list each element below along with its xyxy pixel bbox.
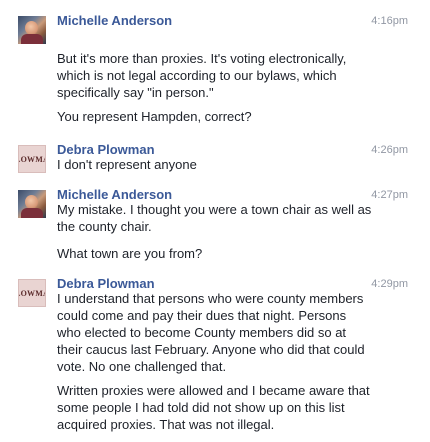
avatar[interactable] — [18, 190, 46, 218]
message-text: I understand that persons who were count… — [57, 291, 365, 374]
message-text: My mistake. I thought you were a town ch… — [57, 202, 372, 234]
avatar-logo-text: LOWMA — [19, 288, 45, 298]
message-text: What town are you from? — [57, 246, 203, 261]
avatar[interactable]: LOWMA — [18, 145, 46, 173]
message-text: But it's more than proxies. It's voting … — [57, 51, 347, 100]
message-timestamp: 4:27pm — [371, 189, 408, 201]
message-text: You represent Hampden, correct? — [57, 109, 252, 124]
message-text: Written proxies were allowed and I becam… — [57, 383, 370, 432]
message-timestamp: 4:16pm — [371, 15, 408, 27]
sender-name[interactable]: Michelle Anderson — [57, 11, 172, 31]
avatar-logo-text: LOWMA — [19, 154, 45, 164]
message-timestamp: 4:29pm — [371, 278, 408, 290]
message-text: I don't represent anyone — [57, 157, 197, 172]
avatar[interactable] — [18, 16, 46, 44]
avatar[interactable]: LOWMA — [18, 279, 46, 307]
message-timestamp: 4:26pm — [371, 144, 408, 156]
